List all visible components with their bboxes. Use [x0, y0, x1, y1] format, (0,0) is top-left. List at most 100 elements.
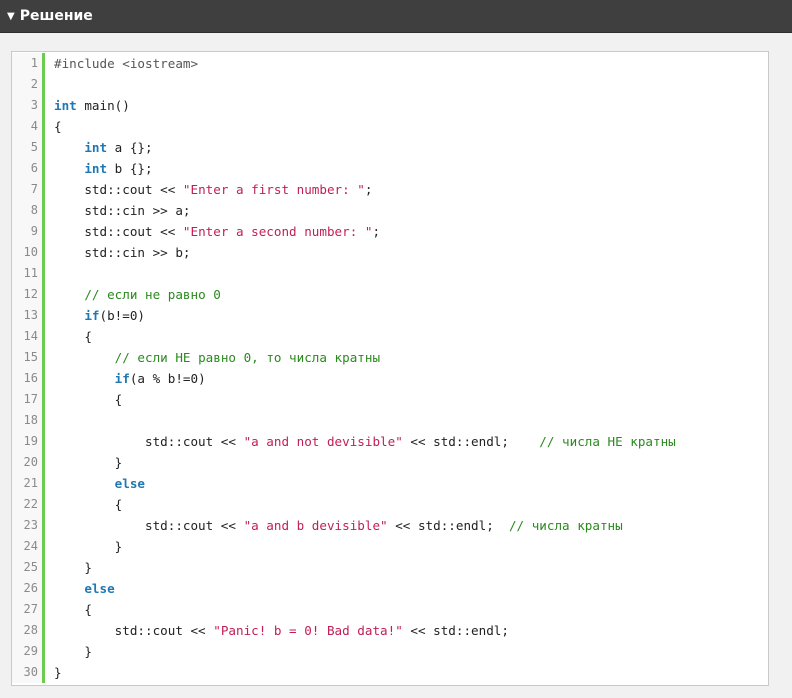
line-source: std::cout << "Enter a first number: "; [45, 179, 372, 200]
code-line: 13 if(b!=0) [12, 305, 768, 326]
line-number: 17 [12, 389, 45, 410]
line-number: 11 [12, 263, 45, 284]
code-string: "Panic! b = 0! Bad data!" [213, 623, 403, 638]
line-number: 7 [12, 179, 45, 200]
code-text: a {}; [107, 140, 153, 155]
code-text: } [54, 560, 92, 575]
line-number: 16 [12, 368, 45, 389]
code-text: std::cout << [54, 518, 244, 533]
code-string: "Enter a first number: " [182, 182, 365, 197]
code-block: 1 #include <iostream> 2 3 int main() 4{5 int … [12, 52, 768, 685]
line-source: } [45, 641, 92, 662]
line-number: 6 [12, 158, 45, 179]
line-number: 3 [12, 95, 45, 116]
line-source [45, 263, 54, 284]
line-source [45, 74, 54, 95]
line-source: // если НЕ равно 0, то числа кратны [45, 347, 380, 368]
line-number: 23 [12, 515, 45, 536]
line-number: 15 [12, 347, 45, 368]
line-number: 10 [12, 242, 45, 263]
line-number: 14 [12, 326, 45, 347]
code-text: b {}; [107, 161, 153, 176]
line-number: 21 [12, 473, 45, 494]
triangle-down-icon[interactable]: ▼ [7, 11, 15, 22]
code-comment: // числа НЕ кратны [539, 434, 676, 449]
code-line: 9 std::cout << "Enter a second number: "… [12, 221, 768, 242]
code-line: 5 int a {}; [12, 137, 768, 158]
code-line: 15 // если НЕ равно 0, то числа кратны [12, 347, 768, 368]
code-keyword: else [84, 581, 115, 596]
code-line: 30} [12, 662, 768, 683]
code-comment: // если не равно 0 [84, 287, 221, 302]
line-source: if(b!=0) [45, 305, 145, 326]
code-text: << std::endl; [387, 518, 509, 533]
line-number: 22 [12, 494, 45, 515]
line-number: 2 [12, 74, 45, 95]
line-source: std::cout << "Enter a second number: "; [45, 221, 380, 242]
code-line: 26 else [12, 578, 768, 599]
code-text: { [54, 329, 92, 344]
line-source: int b {}; [45, 158, 153, 179]
code-line: 19 std::cout << "a and not devisible" <<… [12, 431, 768, 452]
line-source: // если не равно 0 [45, 284, 221, 305]
line-source: else [45, 473, 145, 494]
line-source: } [45, 452, 123, 473]
code-line: 18 [12, 410, 768, 431]
code-text: std::cout << [54, 434, 244, 449]
line-source: std::cout << "a and b devisible" << std:… [45, 515, 623, 536]
line-source: { [45, 599, 92, 620]
line-number: 4 [12, 116, 45, 137]
line-source: int main() [45, 95, 130, 116]
line-number: 26 [12, 578, 45, 599]
code-string: "a and b devisible" [243, 518, 388, 533]
code-line: 14 { [12, 326, 768, 347]
code-keyword: else [114, 476, 146, 491]
code-line: 21 else [12, 473, 768, 494]
line-source: std::cout << "a and not devisible" << st… [45, 431, 676, 452]
code-text: { [54, 497, 123, 512]
line-number: 30 [12, 662, 45, 683]
code-text: #include <iostream> [54, 56, 199, 71]
code-text: (a % b!=0) [129, 371, 206, 386]
code-text: std::cout << [54, 182, 183, 197]
code-line: 1 #include <iostream> [12, 53, 768, 74]
code-line: 25 } [12, 557, 768, 578]
line-number: 1 [12, 53, 45, 74]
code-line: 28 std::cout << "Panic! b = 0! Bad data!… [12, 620, 768, 641]
code-string: "a and not devisible" [243, 434, 403, 449]
solution-header[interactable]: ▼ Решение [0, 0, 792, 33]
code-text: } [54, 665, 62, 680]
code-line: 11 [12, 263, 768, 284]
line-number: 13 [12, 305, 45, 326]
line-number: 12 [12, 284, 45, 305]
code-line: 20 } [12, 452, 768, 473]
line-source: } [45, 536, 123, 557]
header-title: Решение [19, 8, 93, 24]
code-comment: // если НЕ равно 0, то числа кратны [114, 350, 381, 365]
code-text: std::cout << [54, 224, 183, 239]
code-text: std::cin >> b; [54, 245, 191, 260]
code-line: 12 // если не равно 0 [12, 284, 768, 305]
line-number: 28 [12, 620, 45, 641]
code-text: << std::endl; [402, 434, 540, 449]
code-line: 4{ [12, 116, 768, 137]
code-line: 6 int b {}; [12, 158, 768, 179]
code-text: std::cout << [54, 623, 214, 638]
line-source: } [45, 662, 62, 683]
code-line: 3 int main() [12, 95, 768, 116]
code-text: { [54, 602, 92, 617]
code-line: 16 if(a % b!=0) [12, 368, 768, 389]
code-text: ; [364, 182, 373, 197]
line-source: #include <iostream> [45, 53, 198, 74]
line-source: std::cin >> a; [45, 200, 190, 221]
line-source: } [45, 557, 92, 578]
line-number: 18 [12, 410, 45, 431]
code-line: 29 } [12, 641, 768, 662]
line-source: if(a % b!=0) [45, 368, 206, 389]
code-keyword: if [114, 371, 130, 386]
